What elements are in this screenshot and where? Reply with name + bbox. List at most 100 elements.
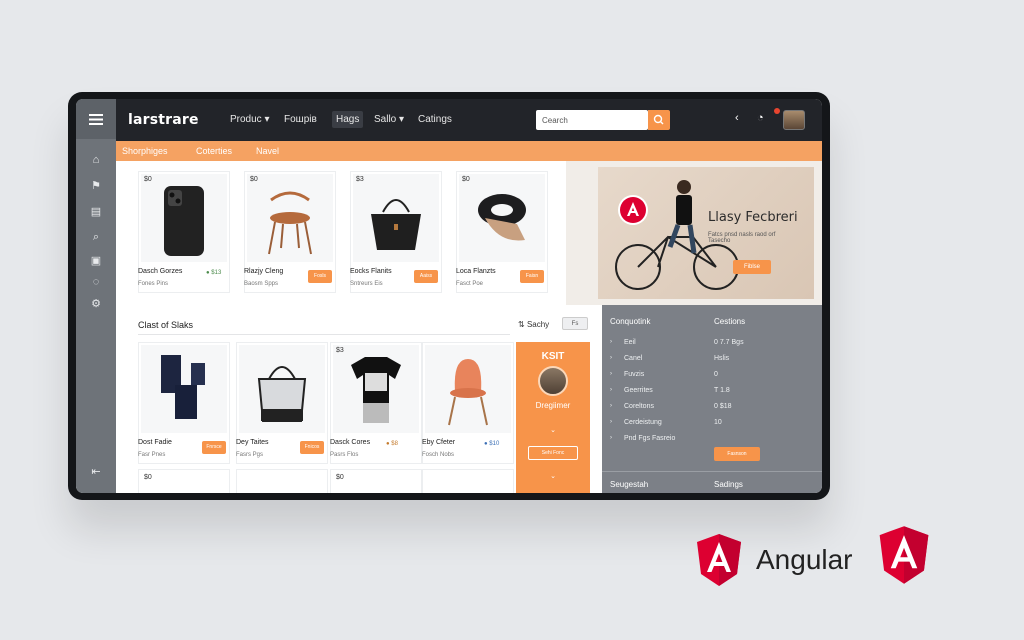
filter-row[interactable]: › Canel Hslis: [610, 355, 810, 369]
angular-wordmark: Angular: [756, 544, 853, 575]
user-avatar[interactable]: [783, 110, 805, 130]
sort-icon: ⇅: [518, 320, 525, 329]
category-tab-3[interactable]: Navel: [256, 146, 279, 156]
price-tag: $0: [144, 474, 152, 481]
nav-catalogs[interactable]: Catings: [418, 114, 452, 125]
add-to-cart-button[interactable]: Aaiss: [414, 270, 438, 283]
handbag-image: [371, 199, 421, 250]
filter-value: 0 $18: [714, 403, 732, 410]
filter-row[interactable]: › Cerdeistung 10: [610, 419, 810, 433]
bell-icon[interactable]: ◔: [757, 112, 764, 124]
product-image: [353, 174, 439, 262]
price-tag: $0: [144, 176, 152, 183]
chevron-down-icon: ⌄: [550, 427, 556, 434]
angular-icon: [620, 197, 646, 223]
hero-image: Llasy Fecbreri Fatcs pnsd nasls raod orf…: [598, 167, 814, 299]
filter-label: Cerdeistung: [624, 419, 662, 426]
nav-item-active[interactable]: Hags: [332, 111, 364, 128]
filter-row[interactable]: › Pnd Fgs Fasreio: [610, 435, 810, 449]
filter-row[interactable]: › Geerrites T 1.8: [610, 387, 810, 401]
lock-icon[interactable]: ▣: [88, 254, 104, 268]
angular-shield-icon: [697, 534, 741, 586]
nav-products[interactable]: Produc ▾: [230, 114, 270, 125]
top-navbar: larstrare Produc ▾ Fошрів Hags Sallo ▾ C…: [116, 99, 822, 141]
search-input[interactable]: Cearch: [536, 110, 648, 130]
product-image: [333, 345, 419, 433]
apply-filter-button[interactable]: Fasnson: [714, 447, 760, 461]
filter-label: Eeil: [624, 339, 636, 346]
filter-row[interactable]: › Fuvzis 0: [610, 371, 810, 385]
product-name: Dost Fadie: [138, 439, 172, 446]
nav-sale[interactable]: Sallo ▾: [374, 114, 404, 125]
filter-row[interactable]: › Eeil 0 7.7 Bgs: [610, 339, 810, 353]
chevron-down-icon: ⌄: [550, 473, 556, 480]
back-icon[interactable]: ‹: [735, 112, 739, 124]
add-to-cart-button[interactable]: Fnrsce: [202, 441, 226, 454]
product-price-label: ● $13: [206, 270, 222, 276]
tote-bag-image: [257, 366, 307, 422]
price-tag: $0: [336, 474, 344, 481]
filter-label: Coreltons: [624, 403, 654, 410]
promo-card: KSIT Dregiimer ⌄ Sehi Fonc ⌄: [516, 342, 590, 493]
product-subtitle: Fosch Nobs: [422, 452, 455, 458]
category-bar: Shorphiges Coterties Navel: [116, 141, 822, 161]
promo-button[interactable]: Sehi Fonc: [528, 446, 578, 460]
promo-title: KSIT: [541, 351, 565, 362]
sort-label: ⇅ Sachy: [518, 320, 549, 329]
product-subtitle: Sntreurs Eis: [350, 281, 383, 287]
nav-item-2[interactable]: Fошрів: [284, 114, 317, 125]
notification-badge: [774, 108, 780, 114]
nav-sale-label: Sallo: [374, 114, 397, 125]
price-tag: $0: [462, 176, 470, 183]
product-subtitle: Fones Pins: [138, 281, 169, 287]
category-tab-1[interactable]: Shorphiges: [122, 146, 168, 156]
bullet-icon: ›: [610, 403, 612, 409]
product-image: [141, 345, 227, 433]
product-card[interactable]: [236, 469, 328, 493]
designer-avatar: [538, 366, 568, 396]
settings-icon[interactable]: ⚙: [88, 297, 104, 311]
hero-banner: Llasy Fecbreri Fatcs pnsd nasls raod orf…: [566, 161, 822, 305]
chevron-down-icon: ▾: [264, 114, 270, 125]
device-frame: ⌂ ⚑ ▤ ⌕ ▣ ◌ ⚙ ⇤ larstrare Produc ▾ Fошрі…: [68, 92, 830, 500]
search-button[interactable]: [648, 110, 670, 130]
sort-select[interactable]: Fs: [562, 317, 588, 330]
search-icon[interactable]: ⌕: [88, 230, 104, 244]
bullet-icon: ›: [610, 371, 612, 377]
hero-cta-button[interactable]: Fiblse: [733, 260, 771, 274]
brand-logo[interactable]: larstrare: [128, 112, 199, 128]
tag-icon[interactable]: ⚑: [88, 179, 104, 193]
bullet-icon: ›: [610, 435, 612, 441]
divider: [138, 334, 510, 335]
product-card[interactable]: [422, 469, 514, 493]
tshirt-image: [351, 357, 401, 423]
product-subtitle: Fasct Poe: [456, 281, 484, 287]
add-to-cart-button[interactable]: Fosls: [308, 270, 332, 283]
filter-value: 0 7.7 Bgs: [714, 339, 744, 346]
product-image: [141, 174, 227, 262]
product-card[interactable]: $0: [330, 469, 422, 493]
filter-row[interactable]: › Coreltons 0 $18: [610, 403, 810, 417]
home-icon[interactable]: ⌂: [88, 153, 104, 167]
category-tab-2[interactable]: Coterties: [196, 146, 232, 156]
book-icon[interactable]: ▤: [88, 205, 104, 219]
panel-heading-left: Conquotink: [610, 317, 651, 326]
product-name: Eocks Flanits: [350, 268, 392, 275]
product-price-label: ● $10: [484, 441, 500, 447]
hero-title: Llasy Fecbreri: [708, 210, 798, 225]
filter-label: Fuvzis: [624, 371, 645, 378]
product-subtitle: Fasrs Pgs: [236, 452, 264, 458]
bullet-icon: ›: [610, 387, 612, 393]
exit-icon[interactable]: ⇤: [88, 465, 104, 479]
product-card[interactable]: $0: [138, 469, 230, 493]
add-to-cart-button[interactable]: Fnicos: [300, 441, 324, 454]
product-image: [459, 174, 545, 262]
product-image: [425, 345, 511, 433]
product-subtitle: Fasr Pnes: [138, 452, 166, 458]
add-to-cart-button[interactable]: Faisn: [520, 270, 544, 283]
chat-icon[interactable]: ◌: [88, 275, 104, 289]
hamburger-menu-button[interactable]: [76, 99, 116, 139]
price-tag: $3: [336, 347, 344, 354]
product-name: Dasck Cores: [330, 439, 371, 446]
filter-panel: Conquotink Cestions › Eeil 0 7.7 Bgs › Cane…: [602, 305, 822, 493]
